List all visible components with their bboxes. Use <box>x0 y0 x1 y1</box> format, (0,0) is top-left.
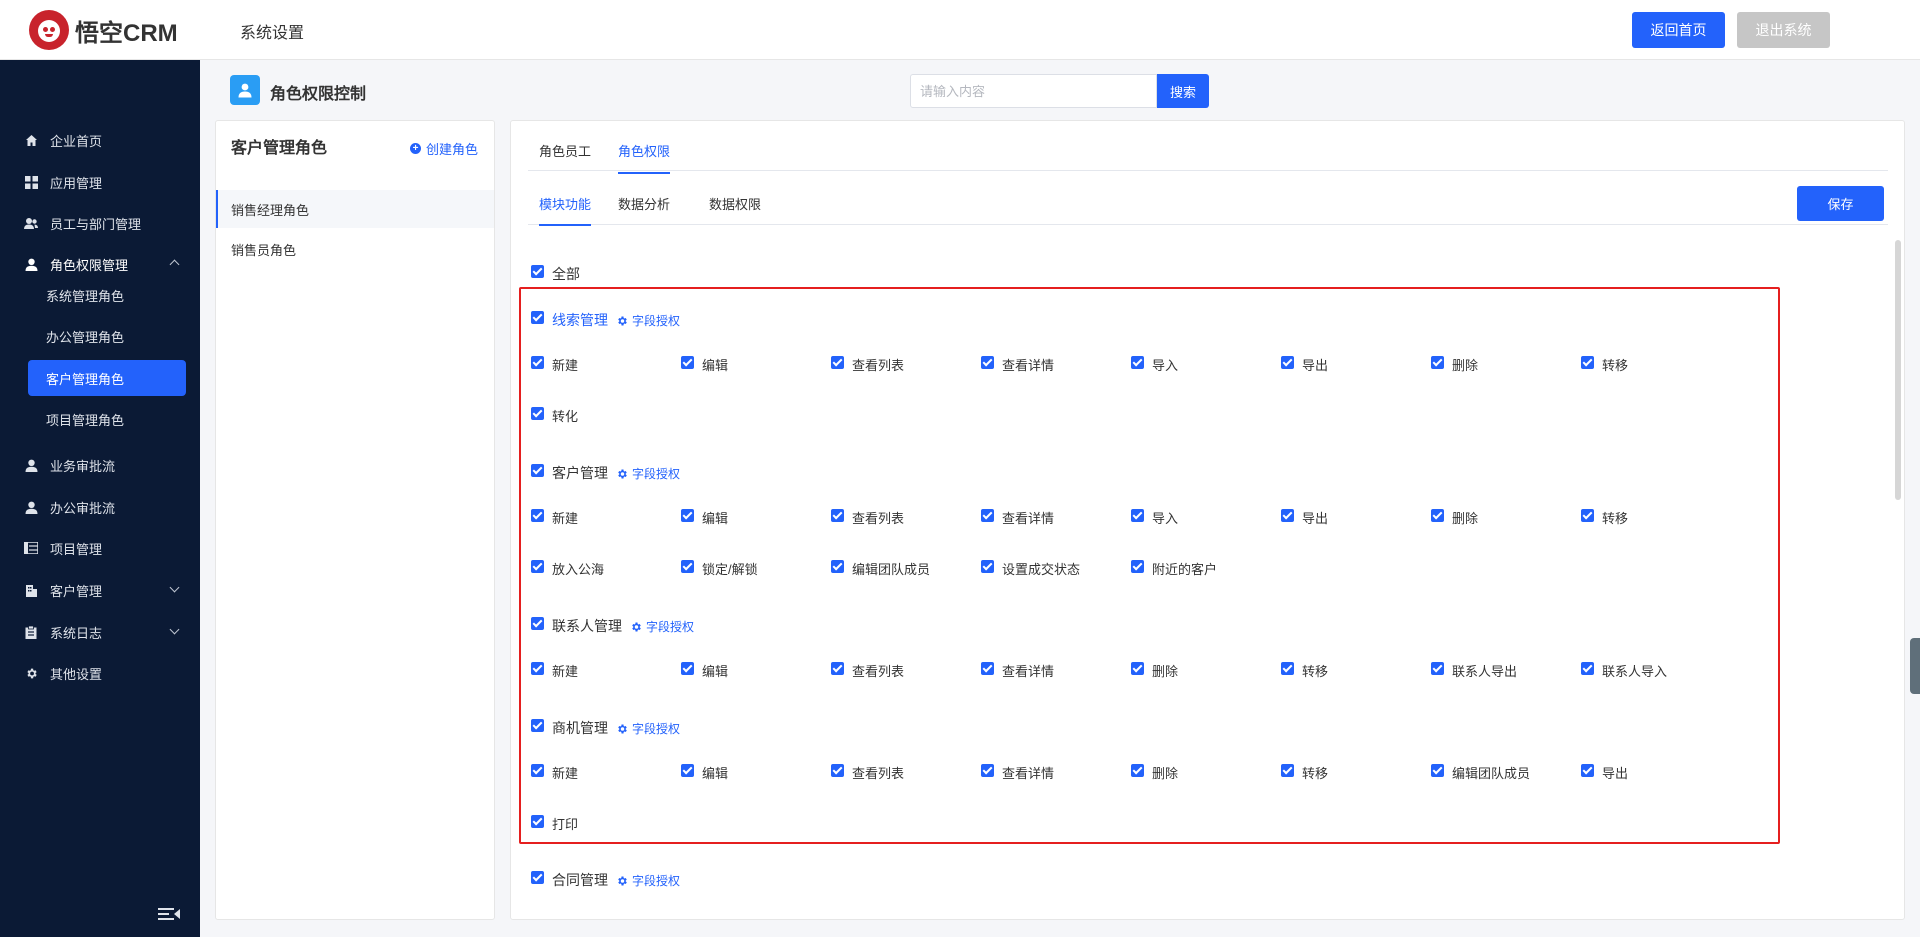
sidebar-item-project[interactable]: 项目管理 <box>0 531 200 565</box>
tab-module-functions[interactable]: 模块功能 <box>539 194 592 226</box>
search-input[interactable] <box>910 74 1157 108</box>
home-icon <box>24 133 38 147</box>
field-auth-label: 字段授权 <box>632 874 681 888</box>
chevron-up-icon <box>169 259 180 270</box>
scrollbar[interactable] <box>1895 240 1901 500</box>
building-icon <box>24 583 38 597</box>
tab-role-staff[interactable]: 角色员工 <box>539 141 591 172</box>
role-control-icon <box>230 75 260 105</box>
role-item-sales-manager[interactable]: 销售经理角色 <box>216 190 494 228</box>
role-tabs: 角色员工 角色权限 <box>528 121 1888 174</box>
collapse-menu-icon[interactable] <box>158 906 180 922</box>
sidebar-item-apps[interactable]: 应用管理 <box>0 165 200 199</box>
search-button[interactable]: 搜索 <box>1157 74 1209 108</box>
sidebar-item-logs[interactable]: 系统日志 <box>0 615 200 649</box>
sidebar-sub-system-role[interactable]: 系统管理角色 <box>28 277 186 313</box>
monkey-logo-icon <box>29 10 69 50</box>
checkbox-all[interactable] <box>531 265 544 278</box>
page-title: 角色权限控制 <box>270 86 367 103</box>
chevron-down-icon <box>169 582 180 593</box>
home-button[interactable]: 返回首页 <box>1632 12 1725 48</box>
sidebar-sub-project-role[interactable]: 项目管理角色 <box>28 401 186 437</box>
header-title: 系统设置 <box>240 25 305 42</box>
label-all: 全部 <box>552 266 580 282</box>
checkbox-group[interactable] <box>531 871 544 884</box>
clipboard-icon <box>24 625 38 639</box>
field-auth-link[interactable]: 字段授权 <box>616 872 680 889</box>
sidebar-item-customer[interactable]: 客户管理 <box>0 573 200 607</box>
grid-icon <box>24 175 38 189</box>
role-list-panel: 客户管理角色 + 创建角色 销售经理角色 销售员角色 <box>215 120 495 920</box>
permission-group-label: 合同管理 <box>552 872 608 888</box>
sidebar-item-other-settings[interactable]: 其他设置 <box>0 656 200 690</box>
highlight-box <box>519 287 1780 844</box>
user-icon <box>24 500 38 514</box>
sidebar-sub-customer-role[interactable]: 客户管理角色 <box>28 360 186 396</box>
chevron-down-icon <box>169 624 180 635</box>
users-icon <box>24 216 38 230</box>
user-icon <box>24 257 38 271</box>
sidebar-item-staff[interactable]: 员工与部门管理 <box>0 206 200 240</box>
plus-circle-icon: + <box>409 143 421 154</box>
exit-button[interactable]: 退出系统 <box>1737 12 1830 48</box>
save-button[interactable]: 保存 <box>1797 186 1884 221</box>
tab-role-permissions[interactable]: 角色权限 <box>618 141 671 174</box>
gear-icon <box>24 666 38 680</box>
sidebar-item-office-approval[interactable]: 办公审批流 <box>0 490 200 524</box>
logo-text: 悟空CRM <box>75 19 178 47</box>
sidebar-sub-office-role[interactable]: 办公管理角色 <box>28 318 186 354</box>
side-widget[interactable] <box>1910 638 1920 694</box>
sidebar-item-roles[interactable]: 角色权限管理 <box>0 247 200 281</box>
create-role-button[interactable]: + 创建角色 <box>409 139 478 158</box>
list-icon <box>24 541 38 555</box>
role-panel-title: 客户管理角色 <box>231 140 328 157</box>
sidebar-item-business-approval[interactable]: 业务审批流 <box>0 448 200 482</box>
tab-data-permissions[interactable]: 数据权限 <box>709 194 761 224</box>
user-icon <box>24 458 38 472</box>
logo[interactable]: 悟空CRM <box>29 10 178 50</box>
role-item-sales-rep[interactable]: 销售员角色 <box>216 230 494 268</box>
sidebar-item-home[interactable]: 企业首页 <box>0 123 200 157</box>
sidebar: 企业首页 应用管理 员工与部门管理 角色权限管理 系统管理角色 办公管理角色 客… <box>0 60 200 937</box>
permission-subtabs: 模块功能 数据分析 数据权限 <box>528 171 1888 226</box>
tab-data-analysis[interactable]: 数据分析 <box>618 194 670 224</box>
top-header: 悟空CRM 系统设置 返回首页 退出系统 <box>0 0 1920 60</box>
gear-icon <box>618 876 627 885</box>
